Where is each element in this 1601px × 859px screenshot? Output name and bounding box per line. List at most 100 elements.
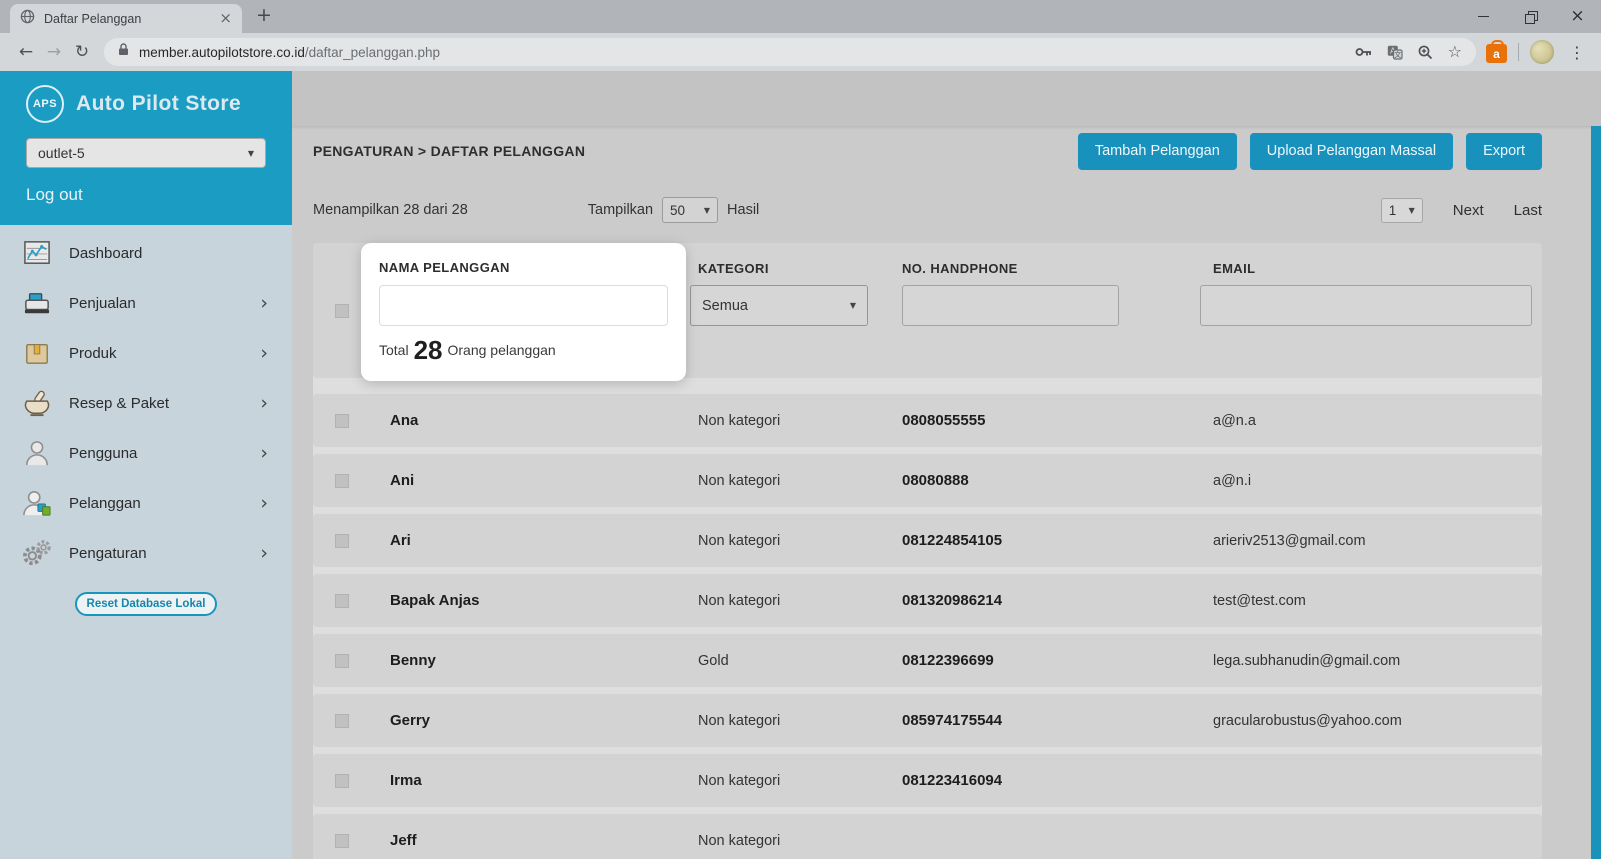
table-row: GerryNon kategori085974175544gracularobu… xyxy=(313,694,1542,747)
caret-down-icon: ▼ xyxy=(850,301,856,310)
email-filter-input[interactable] xyxy=(1200,285,1532,326)
logout-link[interactable]: Log out xyxy=(26,185,266,205)
profile-avatar[interactable] xyxy=(1530,40,1554,64)
browser-tabstrip: Daftar Pelanggan × + × xyxy=(0,0,1601,33)
restore-button[interactable] xyxy=(1507,0,1554,33)
table-row: Bapak AnjasNon kategori081320986214test@… xyxy=(313,574,1542,627)
table-row: AniNon kategori08080888a@n.i xyxy=(313,454,1542,507)
sidebar-item-pengaturan[interactable]: Pengaturan› xyxy=(0,528,292,578)
select-all-checkbox[interactable] xyxy=(335,304,349,318)
chevron-right-icon: › xyxy=(260,444,268,463)
nama-pelanggan-spotlight: NAMA PELANGGAN Total 28 Orang pelanggan xyxy=(361,243,686,381)
table-body: AnaNon kategori0808055555a@n.aAniNon kat… xyxy=(313,394,1542,859)
minimize-button[interactable] xyxy=(1460,0,1507,33)
cell-checkbox xyxy=(313,654,390,668)
total-count: 28 xyxy=(414,337,443,363)
back-button[interactable]: ← xyxy=(12,42,40,62)
zoom-in-icon[interactable] xyxy=(1418,45,1433,60)
address-bar[interactable]: member.autopilotstore.co.id/daftar_pelan… xyxy=(104,38,1476,66)
cell-name: Gerry xyxy=(390,712,698,729)
chevron-right-icon: › xyxy=(260,394,268,413)
toolbar-extensions: a ⋮ xyxy=(1486,40,1589,64)
next-page-link[interactable]: Next xyxy=(1453,202,1484,219)
chevron-right-icon: › xyxy=(260,494,268,513)
row-checkbox[interactable] xyxy=(335,534,349,548)
row-checkbox[interactable] xyxy=(335,834,349,848)
cell-email: a@n.a xyxy=(1213,413,1542,429)
lock-icon[interactable] xyxy=(118,43,129,61)
handphone-filter-input[interactable] xyxy=(902,285,1119,326)
new-tab-button[interactable]: + xyxy=(256,4,272,26)
product-box-icon xyxy=(22,338,52,368)
tambah-pelanggan-button[interactable]: Tambah Pelanggan xyxy=(1078,133,1237,170)
sidebar-item-label: Pelanggan xyxy=(69,495,141,512)
cell-name: Ana xyxy=(390,412,698,429)
page-number-select[interactable]: 1 ▼ xyxy=(1381,198,1423,223)
showing-count-text: Menampilkan 28 dari 28 xyxy=(313,202,468,218)
cell-checkbox xyxy=(313,414,390,428)
nama-filter-input[interactable] xyxy=(379,285,668,326)
row-checkbox[interactable] xyxy=(335,594,349,608)
toolbar-separator xyxy=(1518,43,1519,61)
export-button[interactable]: Export xyxy=(1466,133,1542,170)
sidebar-item-pelanggan[interactable]: Pelanggan › xyxy=(0,478,292,528)
sidebar-item-label: Pengguna xyxy=(69,445,137,462)
sidebar-item-dashboard[interactable]: Dashboard xyxy=(0,228,292,278)
sidebar-item-label: Pengaturan xyxy=(69,545,147,562)
reset-database-button[interactable]: Reset Database Lokal xyxy=(75,592,217,616)
outlet-select[interactable]: outlet-5 ▼ xyxy=(26,138,266,168)
row-checkbox[interactable] xyxy=(335,714,349,728)
tab-close-icon[interactable]: × xyxy=(219,11,232,26)
password-key-icon[interactable] xyxy=(1355,46,1372,58)
cell-checkbox xyxy=(313,714,390,728)
column-header-email: EMAIL xyxy=(1213,261,1542,276)
shopping-extension-icon[interactable]: a xyxy=(1486,44,1507,63)
cell-email: lega.subhanudin@gmail.com xyxy=(1213,653,1542,669)
cell-phone: 0808055555 xyxy=(902,412,1213,429)
customer-bag-icon xyxy=(22,488,52,518)
cell-category: Non kategori xyxy=(698,413,902,429)
row-checkbox[interactable] xyxy=(335,774,349,788)
column-header-nama: NAMA PELANGGAN xyxy=(379,260,668,275)
cell-category: Non kategori xyxy=(698,593,902,609)
row-checkbox[interactable] xyxy=(335,414,349,428)
cell-phone: 08122396699 xyxy=(902,652,1213,669)
table-header-row: KATEGORI Semua ▼ NO. HANDPHONE EMAIL xyxy=(313,243,1542,378)
last-page-link[interactable]: Last xyxy=(1514,202,1542,219)
row-checkbox[interactable] xyxy=(335,654,349,668)
cell-phone: 081320986214 xyxy=(902,592,1213,609)
table-row: IrmaNon kategori081223416094 xyxy=(313,754,1542,807)
cell-category: Non kategori xyxy=(698,473,902,489)
sidebar-item-penjualan[interactable]: Penjualan› xyxy=(0,278,292,328)
table-row: AriNon kategori081224854105arieriv2513@g… xyxy=(313,514,1542,567)
close-button[interactable]: × xyxy=(1554,0,1601,33)
browser-tab[interactable]: Daftar Pelanggan × xyxy=(10,4,242,33)
sidebar-item-produk[interactable]: Produk› xyxy=(0,328,292,378)
page-size-select[interactable]: 50 ▼ xyxy=(662,197,718,223)
aps-logo: APS xyxy=(26,85,64,123)
cell-name: Jeff xyxy=(390,832,698,849)
cell-phone: 08080888 xyxy=(902,472,1213,489)
sidebar-item-resep-paket[interactable]: Resep & Paket › xyxy=(0,378,292,428)
cell-name: Ari xyxy=(390,532,698,549)
reload-button[interactable]: ↻ xyxy=(68,42,96,62)
column-header-handphone: NO. HANDPHONE xyxy=(902,261,1213,276)
breadcrumb: PENGATURAN > DAFTAR PELANGGAN xyxy=(313,143,1065,159)
cell-phone: 081223416094 xyxy=(902,772,1213,789)
caret-down-icon: ▼ xyxy=(1409,206,1415,215)
browser-menu-icon[interactable]: ⋮ xyxy=(1565,43,1589,62)
bookmark-star-icon[interactable]: ☆ xyxy=(1448,44,1462,60)
sidebar-item-label: Resep & Paket xyxy=(69,395,169,412)
kategori-filter-select[interactable]: Semua ▼ xyxy=(690,285,868,326)
forward-button[interactable]: → xyxy=(40,42,68,62)
cell-phone: 085974175544 xyxy=(902,712,1213,729)
upload-pelanggan-massal-button[interactable]: Upload Pelanggan Massal xyxy=(1250,133,1453,170)
cell-email: test@test.com xyxy=(1213,593,1542,609)
tab-title: Daftar Pelanggan xyxy=(44,12,210,26)
row-checkbox[interactable] xyxy=(335,474,349,488)
cell-category: Non kategori xyxy=(698,533,902,549)
sidebar-item-label: Penjualan xyxy=(69,295,136,312)
cell-name: Bapak Anjas xyxy=(390,592,698,609)
sidebar-item-pengguna[interactable]: Pengguna › xyxy=(0,428,292,478)
translate-icon[interactable]: A文 xyxy=(1387,45,1403,60)
